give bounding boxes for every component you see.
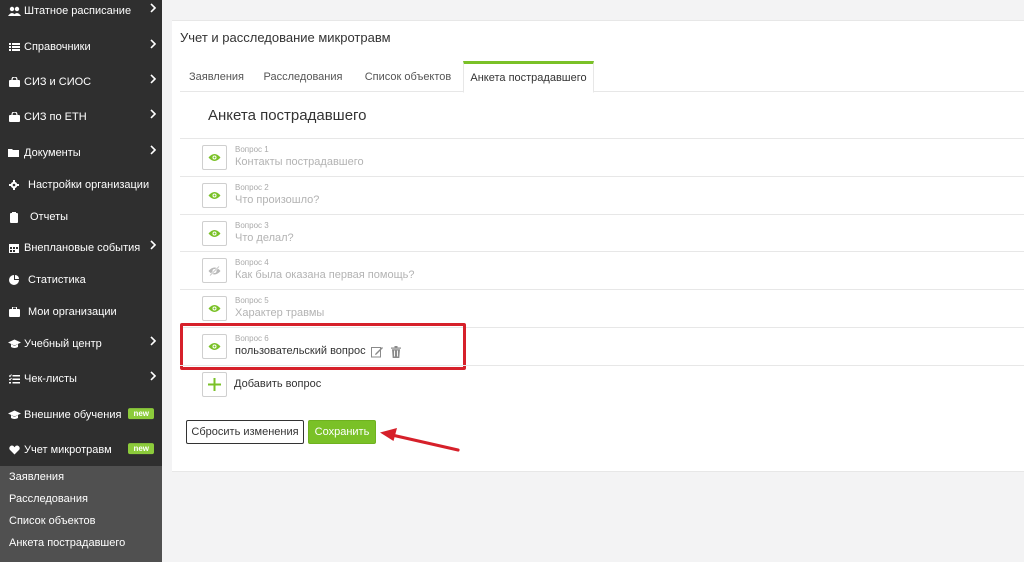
visibility-toggle-button[interactable] bbox=[202, 296, 227, 321]
sidebar-item-label: СИЗ по ЕТН bbox=[24, 111, 87, 123]
chevron-right-icon bbox=[150, 371, 157, 384]
tab-victim-questionnaire[interactable]: Анкета пострадавшего bbox=[463, 61, 594, 93]
submenu-item-investigations[interactable]: Расследования bbox=[9, 493, 88, 505]
eye-icon bbox=[208, 154, 221, 161]
sidebar: Штатное расписание Справочники СИЗ и СИО… bbox=[0, 0, 162, 562]
sidebar-item-my-orgs[interactable]: Мои организации bbox=[0, 296, 162, 328]
microtrauma-submenu: Заявления Расследования Список объектов … bbox=[0, 466, 162, 562]
chevron-right-icon bbox=[150, 74, 157, 87]
list-icon bbox=[7, 40, 21, 54]
question-number: Вопрос 1 bbox=[235, 145, 269, 154]
question-row: Вопрос 5 Характер травмы bbox=[180, 289, 1024, 327]
question-number: Вопрос 5 bbox=[235, 296, 269, 305]
visibility-toggle-button[interactable] bbox=[202, 183, 227, 208]
chevron-right-icon bbox=[150, 109, 157, 122]
tab-bar: Заявления Расследования Список объектов … bbox=[180, 61, 1024, 93]
sidebar-item-label: Мои организации bbox=[28, 306, 117, 318]
sidebar-item-label: Внеплановые события bbox=[24, 242, 141, 254]
chevron-right-icon bbox=[150, 145, 157, 158]
sidebar-item-label: Учет микротравм bbox=[24, 444, 112, 456]
sidebar-item-label: Штатное расписание bbox=[24, 5, 132, 17]
eye-icon bbox=[208, 305, 221, 312]
visibility-toggle-button[interactable] bbox=[202, 258, 227, 283]
add-question-label: Добавить вопрос bbox=[234, 378, 322, 390]
sidebar-item-label: Отчеты bbox=[30, 211, 69, 223]
section-title: Анкета пострадавшего bbox=[208, 107, 367, 124]
sidebar-item-siz-sios[interactable]: СИЗ и СИОС bbox=[0, 66, 162, 98]
visibility-toggle-button[interactable] bbox=[202, 221, 227, 246]
sidebar-item-label: Справочники bbox=[24, 41, 91, 53]
tab-applications[interactable]: Заявления bbox=[180, 61, 253, 92]
sidebar-item-label: Документы bbox=[24, 147, 81, 159]
sidebar-item-org-settings[interactable]: Настройки организации bbox=[0, 169, 162, 201]
question-row: Вопрос 4 Как была оказана первая помощь? bbox=[180, 251, 1024, 289]
sidebar-item-documents[interactable]: Документы bbox=[0, 137, 162, 169]
sidebar-item-staff-schedule[interactable]: Штатное расписание bbox=[0, 0, 162, 27]
sidebar-item-label: Внешние обучения bbox=[24, 409, 122, 421]
sidebar-item-siz-etn[interactable]: СИЗ по ЕТН bbox=[0, 101, 162, 133]
tab-objects-list[interactable]: Список объектов bbox=[353, 61, 463, 92]
add-question-row[interactable]: Добавить вопрос bbox=[180, 365, 1024, 403]
question-row: Вопрос 2 Что произошло? bbox=[180, 176, 1024, 214]
checklist-icon bbox=[7, 372, 21, 386]
pie-chart-icon bbox=[7, 273, 21, 287]
question-text: Как была оказана первая помощь? bbox=[235, 269, 415, 281]
submenu-item-objects-list[interactable]: Список объектов bbox=[9, 515, 96, 527]
chevron-right-icon bbox=[150, 336, 157, 349]
sidebar-item-label: Настройки организации bbox=[28, 179, 150, 191]
question-row: Вопрос 1 Контакты пострадавшего bbox=[180, 138, 1024, 176]
gear-icon bbox=[7, 178, 21, 192]
graduation-cap-icon bbox=[7, 408, 21, 422]
sidebar-item-label: СИЗ и СИОС bbox=[24, 76, 92, 88]
chevron-right-icon bbox=[150, 240, 157, 253]
question-number: Вопрос 2 bbox=[235, 183, 269, 192]
sidebar-item-reports[interactable]: Отчеты bbox=[0, 201, 162, 233]
eye-slash-icon bbox=[208, 265, 221, 276]
sidebar-item-statistics[interactable]: Статистика bbox=[0, 264, 162, 296]
submenu-item-victim-questionnaire[interactable]: Анкета пострадавшего bbox=[9, 537, 125, 549]
plus-icon bbox=[208, 378, 221, 391]
new-badge: new bbox=[128, 443, 154, 455]
users-icon bbox=[7, 4, 21, 18]
chevron-right-icon bbox=[150, 39, 157, 52]
question-text: Контакты пострадавшего bbox=[235, 156, 364, 168]
sidebar-item-label: Учебный центр bbox=[24, 338, 102, 350]
highlight-box bbox=[180, 323, 466, 370]
bag-icon bbox=[7, 75, 21, 89]
sidebar-item-unplanned-events[interactable]: Внеплановые события bbox=[0, 232, 162, 264]
question-number: Вопрос 4 bbox=[235, 258, 269, 267]
graduation-cap-icon bbox=[7, 337, 21, 351]
question-text: Что делал? bbox=[235, 232, 294, 244]
eye-icon bbox=[208, 192, 221, 199]
folder-icon bbox=[7, 146, 21, 160]
question-text: Характер травмы bbox=[235, 307, 325, 319]
arrow-annotation-icon bbox=[380, 428, 460, 452]
sidebar-item-microtrauma[interactable]: Учет микротравм new bbox=[0, 434, 162, 466]
question-number: Вопрос 3 bbox=[235, 221, 269, 230]
page-title: Учет и расследование микротравм bbox=[180, 30, 391, 45]
question-row: Вопрос 3 Что делал? bbox=[180, 214, 1024, 252]
new-badge: new bbox=[128, 408, 154, 420]
visibility-toggle-button[interactable] bbox=[202, 145, 227, 170]
chevron-right-icon bbox=[150, 3, 157, 16]
reset-changes-button[interactable]: Сбросить изменения bbox=[186, 420, 304, 444]
sidebar-item-training-center[interactable]: Учебный центр bbox=[0, 328, 162, 360]
sidebar-item-directories[interactable]: Справочники bbox=[0, 31, 162, 63]
calendar-icon bbox=[7, 241, 21, 255]
heart-icon bbox=[7, 443, 21, 457]
bag-icon bbox=[7, 110, 21, 124]
save-button[interactable]: Сохранить bbox=[308, 420, 376, 444]
submenu-item-applications[interactable]: Заявления bbox=[9, 471, 64, 483]
question-text: Что произошло? bbox=[235, 194, 320, 206]
tab-investigations[interactable]: Расследования bbox=[253, 61, 353, 92]
clipboard-icon bbox=[7, 210, 21, 224]
add-question-button[interactable] bbox=[202, 372, 227, 397]
sidebar-item-label: Чек-листы bbox=[24, 373, 77, 385]
briefcase-icon bbox=[7, 305, 21, 319]
eye-icon bbox=[208, 230, 221, 237]
sidebar-item-external-training[interactable]: Внешние обучения new bbox=[0, 399, 162, 431]
sidebar-item-label: Статистика bbox=[28, 274, 86, 286]
sidebar-item-checklists[interactable]: Чек-листы bbox=[0, 363, 162, 395]
